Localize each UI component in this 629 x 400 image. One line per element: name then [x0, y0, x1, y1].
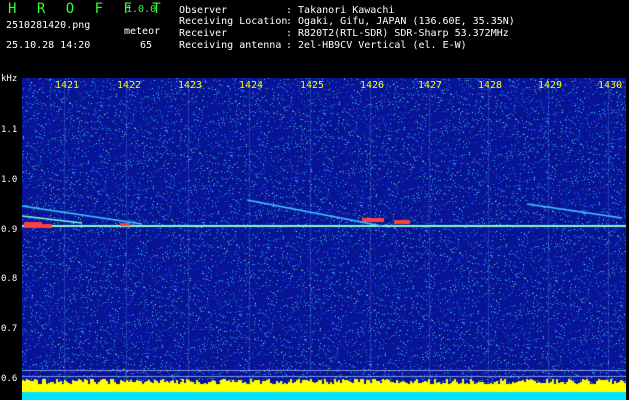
x-tick-label: 1427 — [418, 80, 443, 91]
x-tick-label: 1430 — [598, 80, 623, 91]
y-tick-label: 0.8 — [1, 274, 18, 284]
x-tick-label: 1423 — [178, 80, 203, 91]
detection-type: meteor — [124, 26, 161, 37]
capture-datetime: 25.10.28 14:20 — [6, 40, 91, 51]
receiver-label: Receiver — [179, 28, 228, 39]
x-tick-label: 1425 — [300, 80, 325, 91]
x-tick-label: 1426 — [360, 80, 385, 91]
y-axis-unit: kHz — [1, 74, 18, 84]
x-tick-label: 1422 — [117, 80, 142, 91]
antenna-label: Receiving antenna — [179, 40, 282, 51]
y-tick-label: 0.6 — [1, 374, 18, 384]
app-version: 1.0.0 — [126, 4, 157, 15]
antenna-value: : 2el-HB9CV Vertical (el. E-W) — [286, 40, 467, 51]
receiver-value: : R820T2(RTL-SDR) SDR-Sharp 53.372MHz — [286, 28, 509, 39]
y-tick-label: 0.9 — [1, 225, 18, 235]
x-tick-label: 1429 — [538, 80, 563, 91]
x-tick-label: 1424 — [239, 80, 264, 91]
detection-count: 65 — [140, 40, 153, 51]
x-tick-label: 1428 — [478, 80, 503, 91]
y-tick-label: 1.0 — [1, 175, 18, 185]
spectrogram-canvas — [22, 78, 626, 400]
location-label: Receiving Location — [179, 16, 288, 27]
y-tick-label: 1.1 — [1, 125, 18, 135]
observer-label: Observer — [179, 5, 228, 16]
location-value: : Ogaki, Gifu, JAPAN (136.60E, 35.35N) — [286, 16, 515, 27]
observer-value: : Takanori Kawachi — [286, 5, 395, 16]
x-tick-label: 1421 — [55, 80, 80, 91]
image-filename: 2510281420.png — [6, 20, 91, 31]
y-tick-label: 0.7 — [1, 324, 18, 334]
